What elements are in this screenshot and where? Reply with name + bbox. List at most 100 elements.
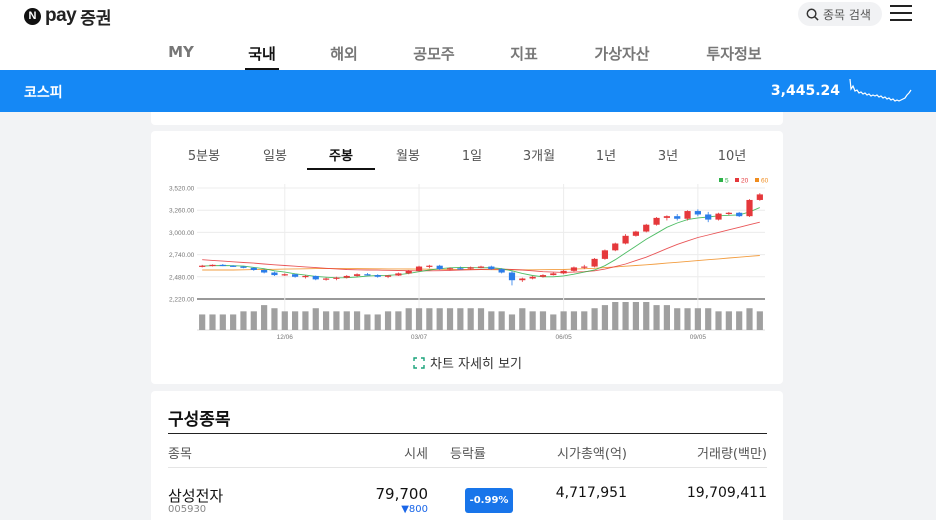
candle-body: [746, 199, 753, 217]
expand-icon: [413, 356, 425, 369]
candle-body: [601, 250, 609, 259]
stock-name[interactable]: 삼성전자: [168, 485, 223, 506]
hamburger-menu-icon[interactable]: [890, 5, 912, 23]
volume-bar: [632, 302, 640, 330]
volume-bar: [467, 308, 474, 330]
nav-tab-indicators[interactable]: 지표: [510, 43, 538, 64]
volume-bar: [705, 308, 712, 330]
legend-label: 20: [741, 178, 749, 185]
candle-body: [343, 275, 350, 278]
volume-bar: [322, 311, 330, 330]
period-tab-5min[interactable]: 5분봉: [188, 145, 220, 164]
candle-body: [426, 265, 433, 267]
volume-bar: [395, 311, 402, 330]
candle-body: [271, 272, 278, 276]
volume-bar: [374, 314, 381, 330]
volume-bar: [508, 314, 516, 330]
nav-tab-ipo[interactable]: 공모주: [413, 43, 454, 64]
volume-bar: [539, 311, 547, 330]
y-tick-label: 2,220.00: [169, 297, 195, 304]
volume-bar: [715, 311, 722, 330]
previous-card-edge: [151, 112, 783, 125]
period-tab-10y[interactable]: 10년: [718, 145, 747, 164]
period-tab-3m[interactable]: 3개월: [523, 145, 555, 164]
col-header-name: 종목: [168, 447, 192, 462]
nav-tab-domestic[interactable]: 국내: [248, 43, 276, 64]
candle-body: [477, 266, 485, 268]
stock-code: 005930: [168, 504, 207, 515]
chart-detail-link[interactable]: 차트 자세히 보기: [413, 353, 522, 372]
period-tab-daily[interactable]: 일봉: [263, 145, 287, 164]
volume-bar: [415, 308, 423, 330]
volume-bar: [529, 311, 536, 330]
npay-securities-logo[interactable]: N pay 증권: [24, 4, 112, 29]
index-name: 코스피: [24, 85, 63, 101]
volume-bar: [477, 308, 485, 330]
period-tab-1d[interactable]: 1일: [462, 145, 482, 164]
nav-tab-overseas[interactable]: 해외: [330, 43, 358, 64]
col-header-price: 시세: [404, 447, 428, 462]
nav-tab-my[interactable]: MY: [168, 43, 194, 61]
candle-body: [498, 269, 505, 273]
candle-body: [261, 269, 268, 273]
period-tab-weekly[interactable]: 주봉: [329, 145, 353, 164]
volume-bar: [281, 311, 288, 330]
y-tick-label: 3,520.00: [169, 186, 195, 193]
volume-bar: [446, 308, 454, 330]
volume-bar: [643, 302, 650, 330]
volume-bar: [343, 311, 350, 330]
x-tick-label: 12/06: [277, 334, 294, 341]
volume-bar: [457, 308, 464, 330]
index-ticker-bar[interactable]: 코스피 3,445.24: [0, 70, 936, 112]
candle-body: [250, 267, 257, 270]
volume-bar: [653, 305, 660, 330]
title-divider: [168, 433, 767, 434]
x-tick-label: 06/05: [555, 334, 572, 341]
legend-swatch: [719, 178, 723, 182]
legend-swatch: [735, 178, 739, 182]
volume-bar: [498, 311, 505, 330]
legend-label: 5: [725, 178, 729, 185]
volume-bar: [663, 305, 670, 330]
period-tab-1y[interactable]: 1년: [596, 145, 616, 164]
candle-body: [705, 214, 712, 220]
main-nav: MY 국내 해외 공모주 지표 가상자산 투자정보: [0, 40, 936, 70]
candle-body: [560, 270, 567, 274]
search-label: 종목 검색: [823, 7, 871, 22]
candle-body: [353, 274, 361, 276]
candle-body: [756, 194, 763, 200]
stock-price: 79,700: [375, 485, 429, 503]
volume-bar: [570, 311, 578, 330]
index-chart-card: 5분봉 일봉 주봉 월봉 1일 3개월 1년 3년 10년 3,520.00 3,…: [151, 131, 783, 384]
volume-bar: [312, 308, 319, 330]
period-tab-monthly[interactable]: 월봉: [396, 145, 420, 164]
volume-bar: [684, 308, 691, 330]
volume-bar: [550, 314, 557, 330]
legend-swatch: [755, 178, 759, 182]
logo-pay-text: pay: [45, 5, 77, 26]
stock-search-button[interactable]: 종목 검색: [798, 2, 882, 26]
volume-bar: [292, 311, 299, 330]
candle-body: [219, 264, 226, 267]
y-tick-label: 2,740.00: [169, 252, 195, 259]
period-tab-3y[interactable]: 3년: [658, 145, 678, 164]
volume-bar: [436, 308, 443, 330]
candle-body: [364, 274, 371, 276]
y-tick-label: 3,000.00: [169, 230, 195, 237]
volume-bar: [725, 311, 732, 330]
volume-bar: [250, 311, 257, 330]
constituents-title: 구성종목: [168, 410, 231, 430]
candle-body: [322, 278, 330, 280]
period-active-underline: [307, 168, 375, 170]
candlestick-chart[interactable]: 3,520.00 3,260.00 3,000.00 2,740.00 2,480.00…: [151, 175, 783, 343]
candle-body: [374, 275, 381, 277]
top-header: N pay 증권 종목 검색 MY 국내 해외 공모주 지표 가상자산 투자정보: [0, 0, 936, 70]
nav-tab-crypto[interactable]: 가상자산: [594, 43, 649, 64]
stock-rate-badge: -0.99%: [465, 488, 513, 513]
volume-bar: [333, 311, 340, 330]
index-sparkline: [849, 78, 912, 102]
y-tick-label: 2,480.00: [169, 274, 195, 281]
nav-tab-investment-info[interactable]: 투자정보: [706, 43, 761, 64]
volume-bar: [560, 311, 567, 330]
candle-body: [209, 264, 216, 267]
